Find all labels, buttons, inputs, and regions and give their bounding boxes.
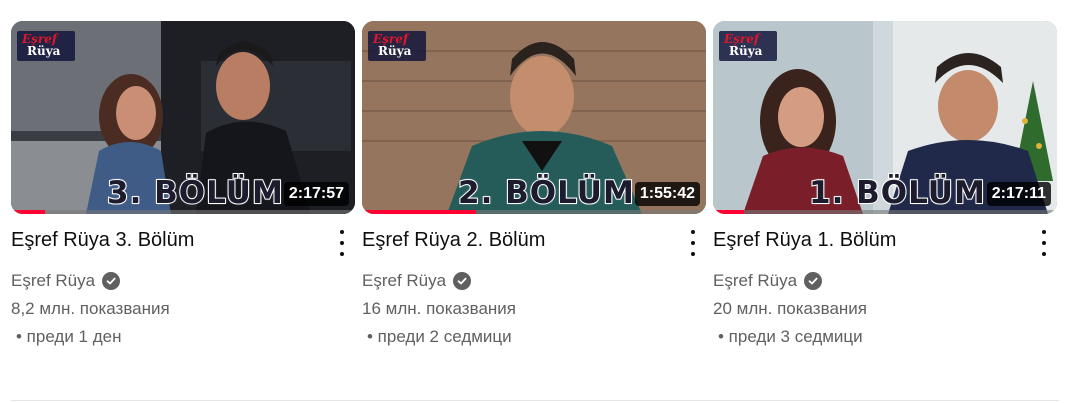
upload-age: • преди 2 седмици [367,327,512,346]
channel-name[interactable]: Eşref Rüya [362,269,446,293]
episode-label: 1. BÖLÜM [808,174,986,212]
view-count: 8,2 млн. показвания [11,299,170,318]
view-count: 20 млн. показвания [713,299,867,318]
video-thumbnail[interactable]: Eşref Rüya 1. BÖLÜM 2:17:11 [713,21,1057,214]
section-divider [11,400,1059,401]
video-card[interactable]: Eşref Rüya 1. BÖLÜM 2:17:11 Eşref Rüya 1… [713,21,1057,350]
video-meta: Eşref Rüya 3. Bölüm Eşref Rüya 8,2 млн. … [11,214,355,350]
duration-badge: 2:17:11 [986,182,1051,206]
video-card[interactable]: Eşref Rüya 2. BÖLÜM 1:55:42 Eşref Rüya 2… [362,21,706,350]
channel-name-row[interactable]: Eşref Rüya [11,269,355,293]
channel-name[interactable]: Eşref Rüya [713,269,797,293]
video-card[interactable]: Eşref Rüya 3. BÖLÜM 2:17:57 Eşref Rüya 3… [11,21,355,350]
more-vert-icon[interactable] [337,230,347,256]
video-meta: Eşref Rüya 1. Bölüm Eşref Rüya 20 млн. п… [713,214,1057,350]
video-title[interactable]: Eşref Rüya 1. Bölüm [713,226,1013,254]
verified-check-icon [804,272,823,290]
logo-text-bottom: Rüya [729,44,763,58]
view-count: 16 млн. показвания [362,299,516,318]
channel-name-row[interactable]: Eşref Rüya [362,269,706,293]
channel-name-row[interactable]: Eşref Rüya [713,269,1057,293]
video-thumbnail[interactable]: Eşref Rüya 2. BÖLÜM 1:55:42 [362,21,706,214]
verified-check-icon [102,272,121,290]
duration-badge: 2:17:57 [283,182,349,206]
upload-age: • преди 3 седмици [718,327,863,346]
channel-name[interactable]: Eşref Rüya [11,269,95,293]
logo-text-bottom: Rüya [27,44,61,58]
channel-logo-overlay: Eşref Rüya [17,31,75,61]
logo-text-bottom: Rüya [378,44,412,58]
video-title[interactable]: Eşref Rüya 3. Bölüm [11,226,311,254]
channel-logo-overlay: Eşref Rüya [368,31,426,61]
video-meta: Eşref Rüya 2. Bölüm Eşref Rüya 16 млн. п… [362,214,706,350]
video-grid: Eşref Rüya 3. BÖLÜM 2:17:57 Eşref Rüya 3… [11,21,1057,350]
more-vert-icon[interactable] [688,230,698,256]
upload-age: • преди 1 ден [16,327,122,346]
more-vert-icon[interactable] [1039,230,1049,256]
episode-label: 2. BÖLÜM [457,174,635,212]
channel-logo-overlay: Eşref Rüya [719,31,777,61]
video-thumbnail[interactable]: Eşref Rüya 3. BÖLÜM 2:17:57 [11,21,355,214]
duration-badge: 1:55:42 [634,182,700,206]
verified-check-icon [453,272,472,290]
episode-label: 3. BÖLÜM [106,174,284,212]
video-title[interactable]: Eşref Rüya 2. Bölüm [362,226,662,254]
